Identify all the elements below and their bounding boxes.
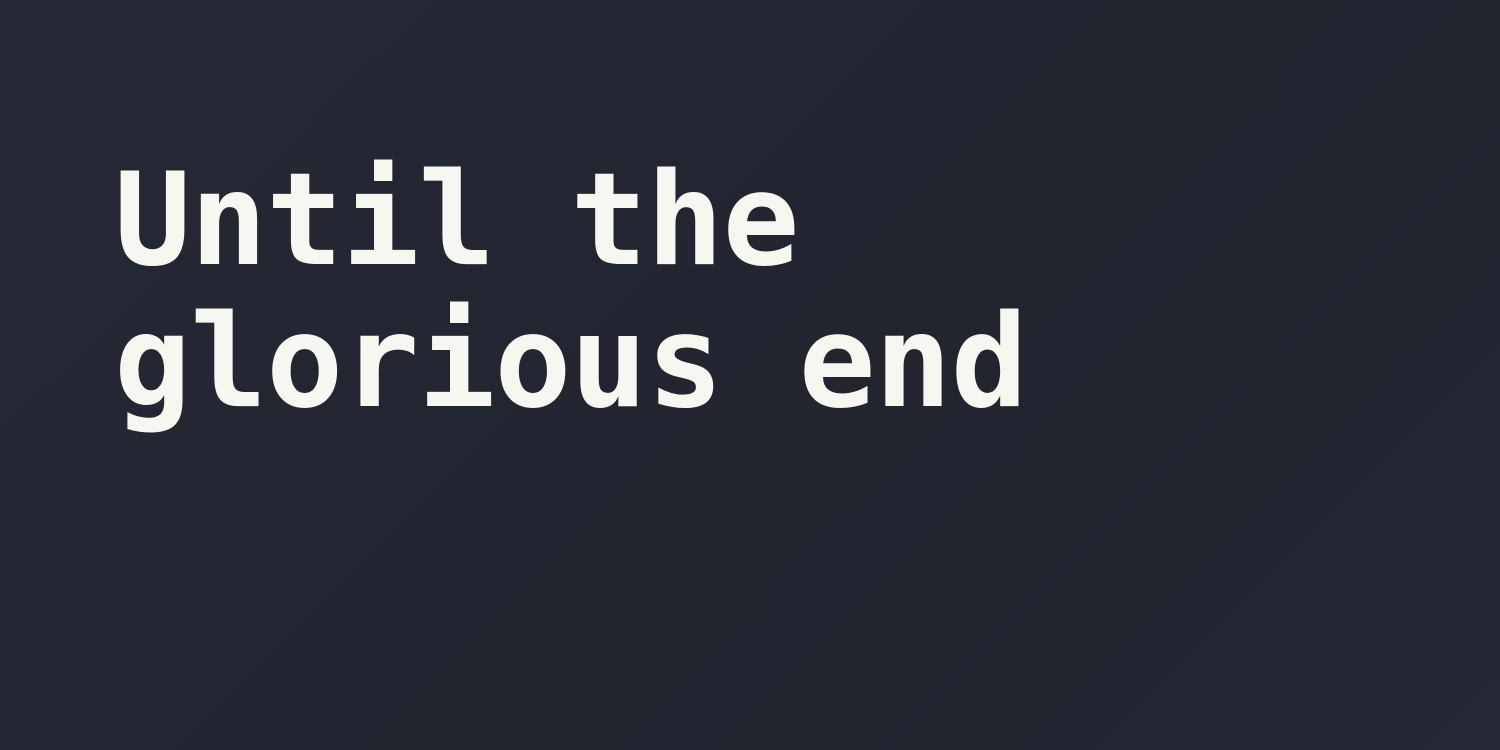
page: { "title": { "line1": "Until the", "line… bbox=[0, 0, 1500, 750]
title-line-2: glorious end bbox=[114, 288, 1028, 437]
title-line-1: Until the bbox=[114, 146, 800, 295]
page-title: Until the glorious end bbox=[114, 150, 1414, 434]
